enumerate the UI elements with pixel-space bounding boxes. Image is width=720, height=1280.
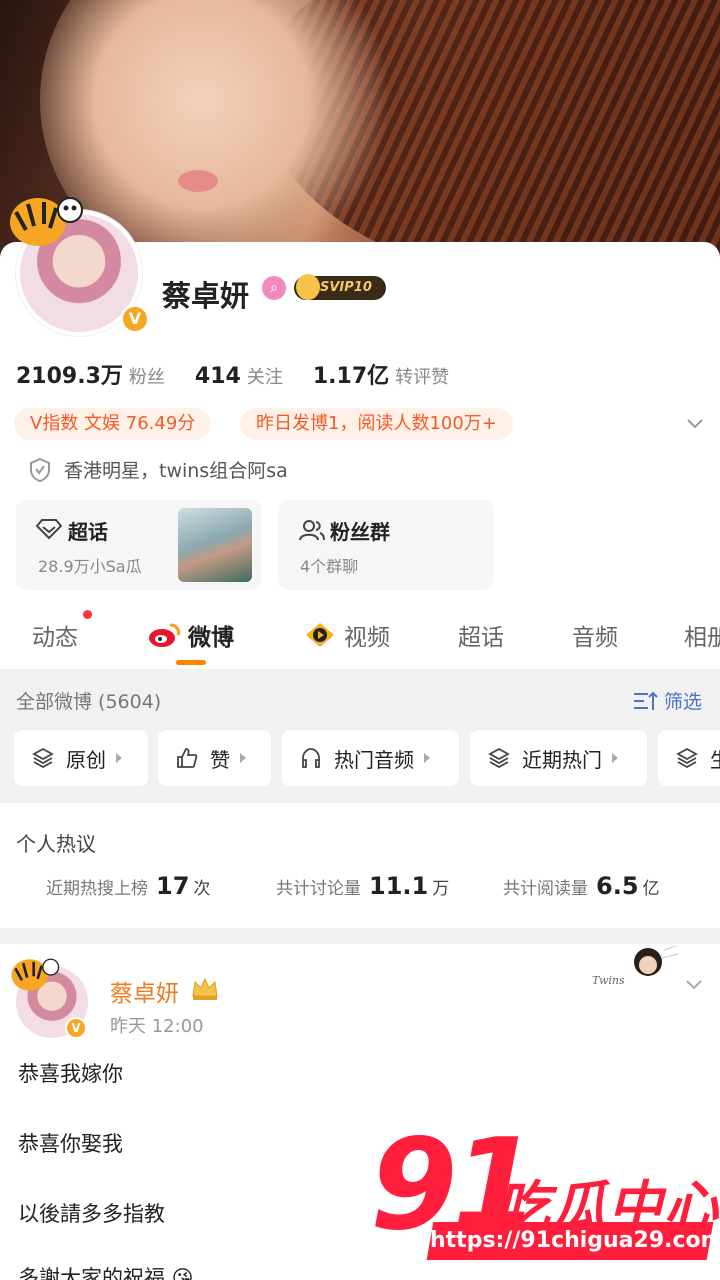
super-topic-sub: 28.9万小Sa瓜 <box>38 557 142 576</box>
chip-recent-hot-label: 近期热门 <box>522 747 602 772</box>
followers-label[interactable]: 粉丝 <box>129 363 165 389</box>
tiger-frame-icon <box>11 958 60 991</box>
weibo-logo-icon <box>149 623 181 647</box>
filter-icon <box>634 691 658 710</box>
headphones-icon <box>302 748 320 768</box>
live-search-icon[interactable]: ⌕ <box>262 276 286 300</box>
reads-label: 共计阅读量 <box>503 879 588 899</box>
post-author-name[interactable]: 蔡卓妍 <box>110 974 179 1008</box>
chip-hot-audio-label: 热门音频 <box>334 747 414 772</box>
discussion-num: 11.1 <box>369 872 429 900</box>
reads-num: 6.5 <box>596 872 639 900</box>
all-weibo-count: 全部微博 (5604) <box>16 691 162 713</box>
verification-info: 香港明星，twins组合阿sa <box>28 456 288 483</box>
fan-group-card[interactable]: 粉丝群 4个群聊 <box>278 500 494 590</box>
layers-icon <box>676 747 698 769</box>
super-topic-card[interactable]: 超话 28.9万小Sa瓜 <box>16 500 261 590</box>
chip-original[interactable]: 原创 <box>14 730 148 786</box>
layers-icon <box>32 747 54 769</box>
tiger-frame-icon <box>10 197 83 246</box>
profile-name: 蔡卓妍 <box>162 279 250 313</box>
fan-group-title: 粉丝群 <box>330 520 390 544</box>
post-time: 昨天 12:00 <box>110 1016 204 1037</box>
post-verified-badge-icon: V <box>65 1017 87 1039</box>
chip-hot-audio[interactable]: 热门音频 <box>282 730 459 786</box>
tab-dynamics[interactable]: 动态 <box>32 618 78 652</box>
reposts-count: 1.17亿 <box>312 364 390 389</box>
following-label[interactable]: 关注 <box>247 363 283 389</box>
tab-weibo-label: 微博 <box>188 625 234 651</box>
banner-lips <box>178 170 218 192</box>
v-index-tag[interactable]: V指数 文娱 76.49分 <box>14 408 212 440</box>
tab-super-topic[interactable]: 超话 <box>458 618 504 652</box>
notification-dot <box>83 610 92 619</box>
reads-stat: 共计阅读量 6.5 亿 <box>503 872 660 900</box>
reposts-label: 转评赞 <box>395 367 450 388</box>
filter-button[interactable]: 筛选 <box>632 687 702 714</box>
filter-section: 全部微博 (5604) 筛选 原创 赞 热门音频 近期热门 生 <box>0 669 720 803</box>
chip-recent-hot[interactable]: 近期热门 <box>470 730 647 786</box>
hot-search-label: 近期热搜上榜 <box>46 879 148 899</box>
super-topic-title: 超话 <box>68 520 108 544</box>
twins-sticker-icon: Twins <box>592 945 679 987</box>
svip-label: SVIP10 <box>320 280 372 295</box>
member-crown-icon <box>192 977 218 1000</box>
hot-search-num: 17 <box>156 872 190 900</box>
chip-likes-label: 赞 <box>210 747 230 772</box>
post-text-line-4: 多謝大家的祝福 😘 <box>18 1266 194 1280</box>
personal-hot-title: 个人热议 <box>16 832 96 856</box>
tab-video-label: 视频 <box>344 625 390 651</box>
yesterday-post-tag[interactable]: 昨日发博1，阅读人数100万+ <box>240 408 513 440</box>
post-text-line-1: 恭喜我嫁你 <box>18 1062 123 1086</box>
profile-avatar-wrap[interactable]: V <box>10 197 150 336</box>
group-icon <box>299 520 325 541</box>
reads-unit: 亿 <box>642 879 660 899</box>
section-divider <box>0 928 720 944</box>
filter-label: 筛选 <box>664 691 703 713</box>
tab-album[interactable]: 相册 <box>684 618 720 652</box>
sticker-text: Twins <box>592 974 625 987</box>
discussion-label: 共计讨论量 <box>276 879 361 899</box>
chip-original-label: 原创 <box>66 747 106 772</box>
chevron-down-icon[interactable] <box>684 974 704 994</box>
tab-audio[interactable]: 音频 <box>572 618 618 652</box>
fan-group-sub: 4个群聊 <box>300 557 359 576</box>
active-tab-indicator <box>176 660 206 665</box>
hot-search-stat: 近期热搜上榜 17 次 <box>46 872 210 900</box>
discussion-unit: 万 <box>432 879 450 899</box>
crown-icon <box>296 274 320 300</box>
thumbs-up-icon <box>177 748 198 768</box>
profile-tabs: 动态 微博 视频 超话 音频 相册 <box>0 606 720 668</box>
tab-video[interactable]: 视频 <box>304 618 390 652</box>
shield-icon <box>30 457 50 482</box>
post-text-line-3: 以後請多多指教 <box>18 1202 165 1226</box>
verified-badge-icon: V <box>120 304 150 334</box>
tab-weibo[interactable]: 微博 <box>148 618 234 652</box>
layers-icon <box>488 747 510 769</box>
diamond-icon <box>36 519 62 540</box>
svip-badge[interactable]: SVIP10 <box>294 274 386 300</box>
chip-partial[interactable]: 生 <box>658 730 720 786</box>
followers-count[interactable]: 2109.3万 <box>16 358 123 390</box>
verification-text: 香港明星，twins组合阿sa <box>64 460 288 482</box>
chip-partial-label: 生 <box>710 744 720 773</box>
following-count[interactable]: 414 <box>195 364 241 389</box>
post-text-line-2: 恭喜你娶我 <box>18 1132 123 1156</box>
video-icon <box>306 623 334 647</box>
super-topic-thumbnail <box>178 508 252 582</box>
watermark-url-text: https://91chigua29.com <box>430 1228 720 1253</box>
profile-stats: 2109.3万 粉丝 414 关注 1.17亿 转评赞 <box>16 358 479 390</box>
chevron-down-icon[interactable] <box>684 412 706 434</box>
chip-likes[interactable]: 赞 <box>158 730 271 786</box>
hot-search-unit: 次 <box>193 879 211 899</box>
watermark-url: https://91chigua29.com <box>426 1222 720 1260</box>
discussion-stat: 共计讨论量 11.1 万 <box>276 872 449 900</box>
